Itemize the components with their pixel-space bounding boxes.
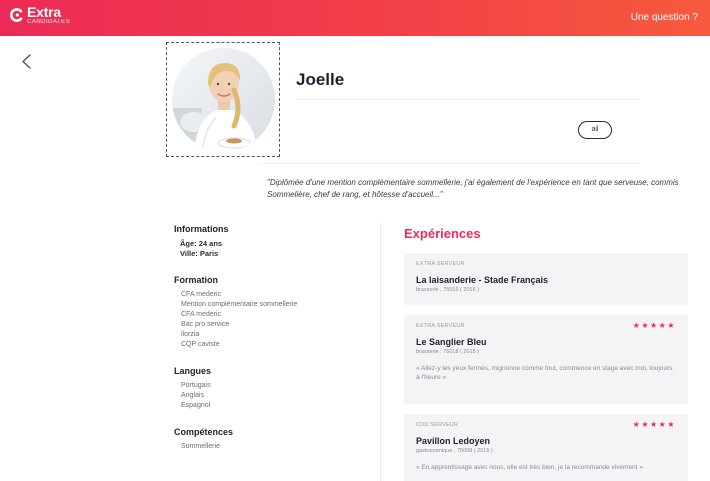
experiences-title: Expériences	[404, 226, 481, 241]
experience-review: « Allez-y les yeux fermés, mignonne comm…	[416, 365, 673, 381]
formation-title: Formation	[174, 275, 218, 285]
logo-icon	[10, 8, 23, 22]
info-city: Ville: Paris	[180, 249, 219, 258]
experience-card[interactable]: EXTRA Serveur ★★★★★ Le Sanglier Bleu bra…	[404, 315, 688, 404]
avatar	[172, 48, 275, 151]
rating-stars: ★★★★★	[632, 321, 676, 330]
help-link[interactable]: Une question ?	[631, 12, 698, 23]
experience-name: La laisanderie - Stade Français	[416, 275, 549, 285]
competences-title: Compétences	[174, 427, 234, 437]
competences-section: Compétences Sommellerie	[174, 427, 370, 452]
experience-meta: brasserie , 75018 ( 2015 )	[416, 349, 479, 355]
formation-item: Bac pro service	[181, 321, 230, 328]
formation-item: ilorzia	[181, 331, 200, 338]
formation-item: Mention complémentaire sommellerie	[181, 301, 298, 308]
header-divider	[296, 99, 640, 100]
experience-name: Pavillon Ledoyen	[416, 436, 491, 446]
informations-title: Informations	[174, 224, 229, 234]
experience-review: « En apprentissage avec nous, elle est t…	[416, 464, 643, 471]
experience-meta: gastronomique , 75008 ( 2016 )	[416, 448, 493, 454]
column-divider	[380, 222, 381, 481]
profile-photo	[172, 48, 275, 151]
langue-item: Anglais	[181, 392, 204, 399]
langues-title: Langues	[174, 366, 212, 376]
info-age: Âge: 24 ans	[180, 239, 223, 248]
quote-divider	[258, 163, 640, 164]
formation-item: CQP caviste	[181, 341, 220, 348]
informations-section: Informations Âge: 24 ans Ville: Paris	[174, 224, 370, 259]
top-bar: Extra candidates Une question ?	[0, 0, 710, 36]
langue-item: Portugais	[181, 382, 211, 389]
formation-item: CFA mederic	[181, 291, 222, 298]
card-header: CDD Serveur ★★★★★	[416, 420, 676, 434]
competence-item: Sommellerie	[181, 443, 220, 450]
experience-meta: brasserie , 75016 ( 2016 )	[416, 287, 479, 293]
card-header: EXTRA Serveur ★★★★★	[416, 321, 676, 335]
contact-pill-button[interactable]: ail	[578, 121, 612, 139]
avatar-frame	[166, 42, 280, 157]
profile-name: Joelle	[296, 70, 345, 89]
logo-subtext: candidates	[27, 19, 71, 25]
langues-section: Langues Portugais Anglais Espagnol	[174, 366, 370, 411]
experience-type: EXTRA Serveur	[416, 261, 465, 267]
formation-item: CFA mederic	[181, 311, 222, 318]
back-arrow-icon[interactable]	[18, 52, 38, 72]
card-header: EXTRA Serveur	[416, 261, 676, 273]
experience-card[interactable]: CDD Serveur ★★★★★ Pavillon Ledoyen gastr…	[404, 414, 688, 481]
experience-name: Le Sanglier Bleu	[416, 337, 487, 347]
langue-item: Espagnol	[181, 402, 211, 409]
profile-details: Informations Âge: 24 ans Ville: Paris Fo…	[174, 224, 370, 468]
logo-text: Extra	[27, 4, 62, 20]
experience-card[interactable]: EXTRA Serveur La laisanderie - Stade Fra…	[404, 253, 688, 305]
rating-stars: ★★★★★	[632, 420, 676, 429]
formation-section: Formation CFA mederic Mention complément…	[174, 275, 370, 350]
profile-quote: "Diplômée d'une mention complémentaire s…	[267, 178, 679, 199]
